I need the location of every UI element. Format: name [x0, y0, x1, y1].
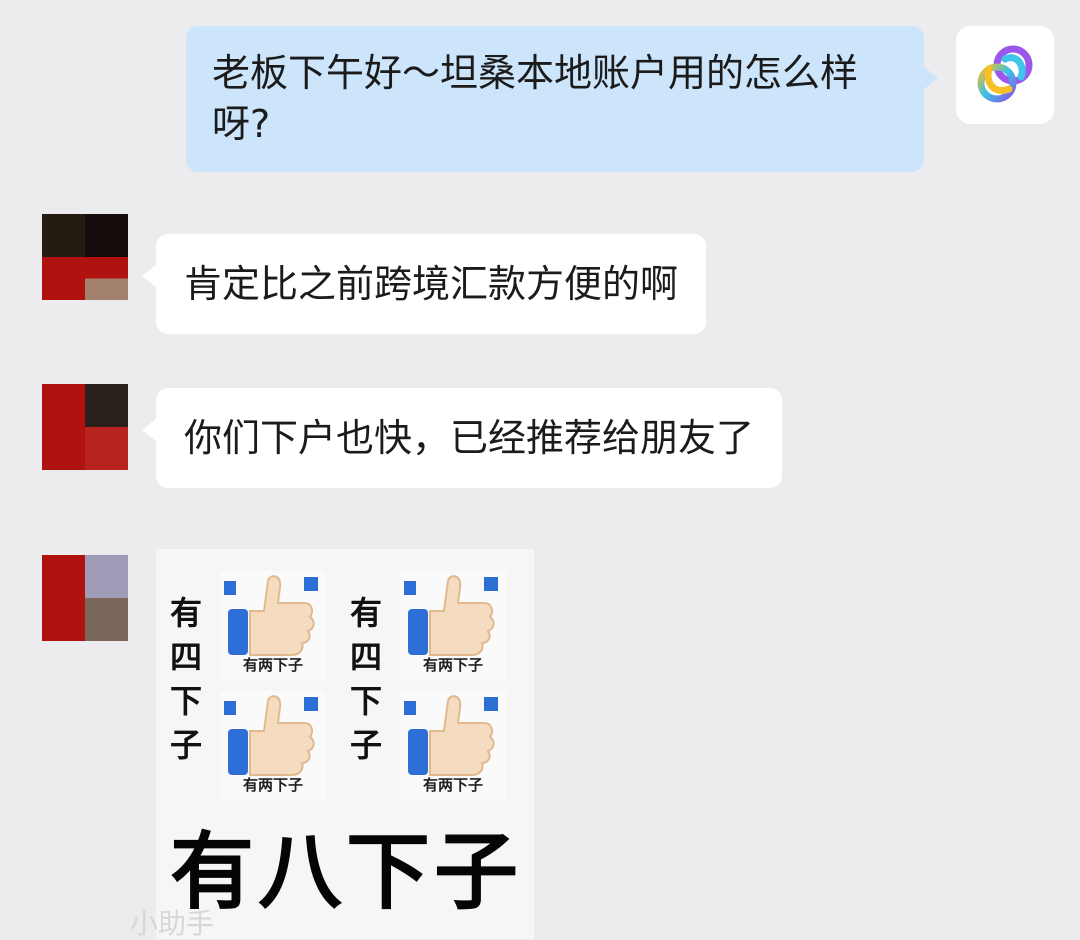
avatar[interactable]	[42, 555, 128, 641]
avatar[interactable]	[42, 384, 128, 470]
sticker-big-caption: 有八下子	[170, 823, 523, 921]
outgoing-bubble[interactable]: 老板下午好～坦桑本地账户用的怎么样呀?	[186, 26, 938, 172]
incoming-bubble[interactable]: 你们下户也快，已经推荐给朋友了	[141, 388, 783, 488]
incoming-message-row: 你们下户也快，已经推荐给朋友了	[42, 384, 783, 488]
loop-logo-icon	[977, 45, 1033, 103]
self-avatar[interactable]	[956, 26, 1054, 124]
incoming-message-row: 肯定比之前跨境汇款方便的啊	[42, 214, 707, 334]
incoming-text: 你们下户也快，已经推荐给朋友了	[184, 416, 755, 460]
incoming-message-row: 有 四 下 子 有 四 下 子 有两下子 有两下子 有两下子 有两下子 有八下子	[42, 549, 534, 939]
thumbs-up-icon: 有两下子	[400, 571, 506, 679]
sticker-right-column: 有 四 下 子	[349, 594, 382, 764]
thumbs-up-icon: 有两下子	[220, 691, 326, 799]
sticker-left-column: 有 四 下 子	[169, 594, 202, 764]
avatar[interactable]	[42, 214, 128, 300]
sticker-image[interactable]: 有 四 下 子 有 四 下 子 有两下子 有两下子 有两下子 有两下子 有八下子	[156, 549, 534, 939]
thumbs-up-icon: 有两下子	[220, 571, 326, 679]
thumbs-up-icon: 有两下子	[400, 691, 506, 799]
outgoing-message-row: 老板下午好～坦桑本地账户用的怎么样呀?	[186, 26, 1054, 172]
outgoing-text: 老板下午好～坦桑本地账户用的怎么样呀?	[212, 51, 859, 146]
watermark: 小助手	[130, 907, 215, 940]
chat-view: 老板下午好～坦桑本地账户用的怎么样呀? 肯定比之前跨境汇款方便的啊 你们下户也快…	[0, 0, 1080, 940]
incoming-text: 肯定比之前跨境汇款方便的啊	[184, 262, 679, 306]
incoming-bubble[interactable]: 肯定比之前跨境汇款方便的啊	[141, 234, 707, 334]
